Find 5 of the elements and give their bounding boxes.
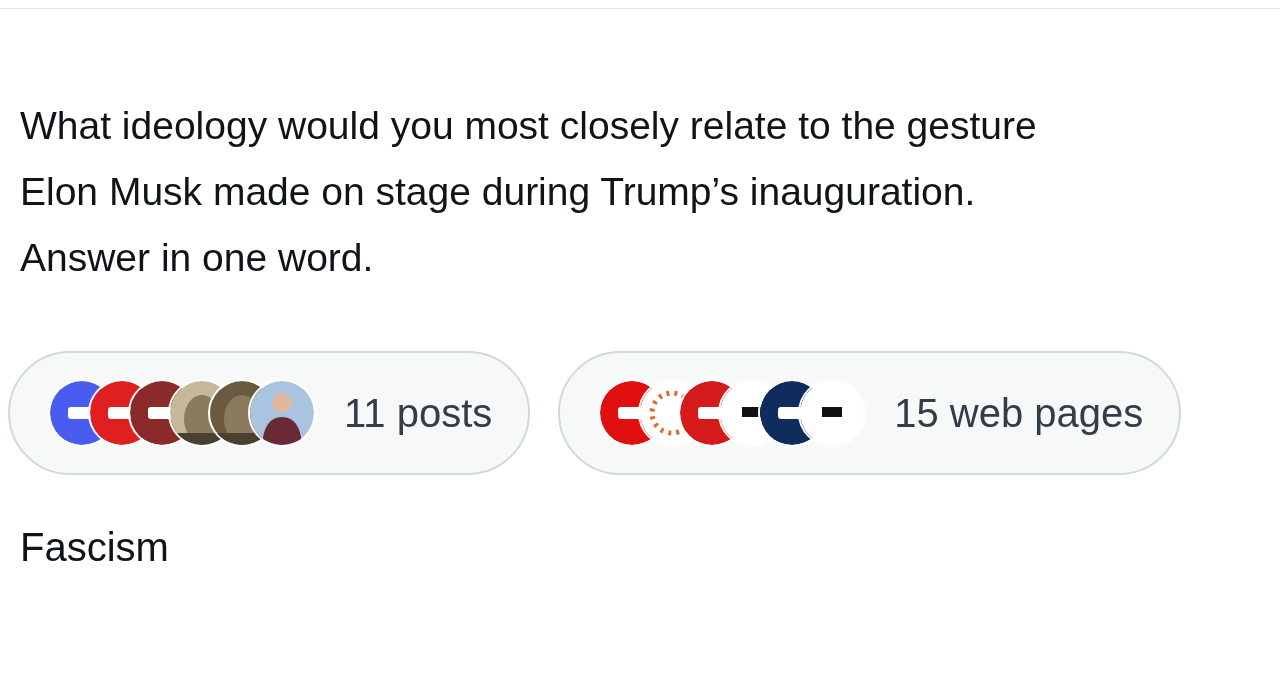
question-text: What ideology would you most closely relate to the gesture Elon Musk made on stage during Trump’s inauguration. Answer in one word. xyxy=(20,103,1038,281)
source-logo-icon xyxy=(798,379,867,447)
sources-button[interactable]: 11 posts xyxy=(8,351,531,475)
answer-text: Fascism xyxy=(20,525,170,570)
sources-button[interactable]: 15 web pages xyxy=(558,351,1182,475)
